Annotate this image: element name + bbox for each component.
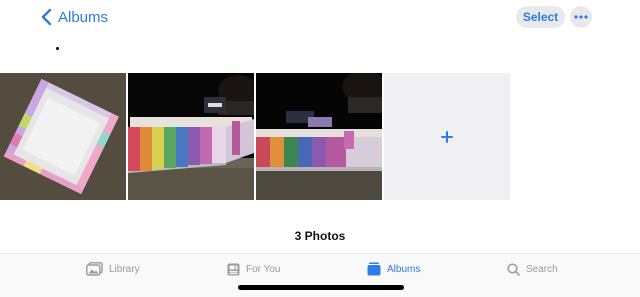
back-button[interactable]: Albums	[40, 6, 108, 28]
albums-icon	[367, 262, 381, 276]
photo-3[interactable]	[256, 73, 382, 200]
plus-icon	[441, 130, 453, 143]
photo-library-icon	[86, 262, 103, 276]
tab-library[interactable]: Library	[86, 260, 140, 278]
tab-for-you-label: For You	[246, 263, 281, 275]
bullet-dot	[56, 47, 59, 50]
tab-bar: Library For You Albums Search	[0, 253, 640, 297]
photo-count: 3 Photos	[294, 229, 346, 243]
photo-1-image	[0, 73, 126, 200]
tab-for-you[interactable]: For You	[227, 260, 280, 278]
tab-albums-label: Albums	[387, 263, 421, 275]
tab-library-label: Library	[109, 263, 140, 275]
tab-search-label: Search	[526, 263, 558, 275]
select-button[interactable]: Select	[516, 6, 565, 28]
search-icon	[507, 262, 520, 276]
tab-albums[interactable]: Albums	[367, 260, 420, 278]
photo-1[interactable]	[0, 73, 126, 200]
photo-3-image	[256, 73, 382, 200]
more-button[interactable]	[570, 6, 592, 28]
photo-grid	[0, 73, 510, 200]
photo-2[interactable]	[128, 73, 254, 200]
for-you-icon	[227, 263, 240, 275]
photo-2-image	[128, 73, 254, 200]
back-label: Albums	[58, 8, 109, 26]
home-indicator	[238, 285, 404, 290]
tab-search[interactable]: Search	[507, 260, 558, 278]
ellipsis-icon	[574, 15, 588, 19]
chevron-left-icon	[41, 8, 52, 26]
add-photo-tile[interactable]	[384, 73, 510, 200]
